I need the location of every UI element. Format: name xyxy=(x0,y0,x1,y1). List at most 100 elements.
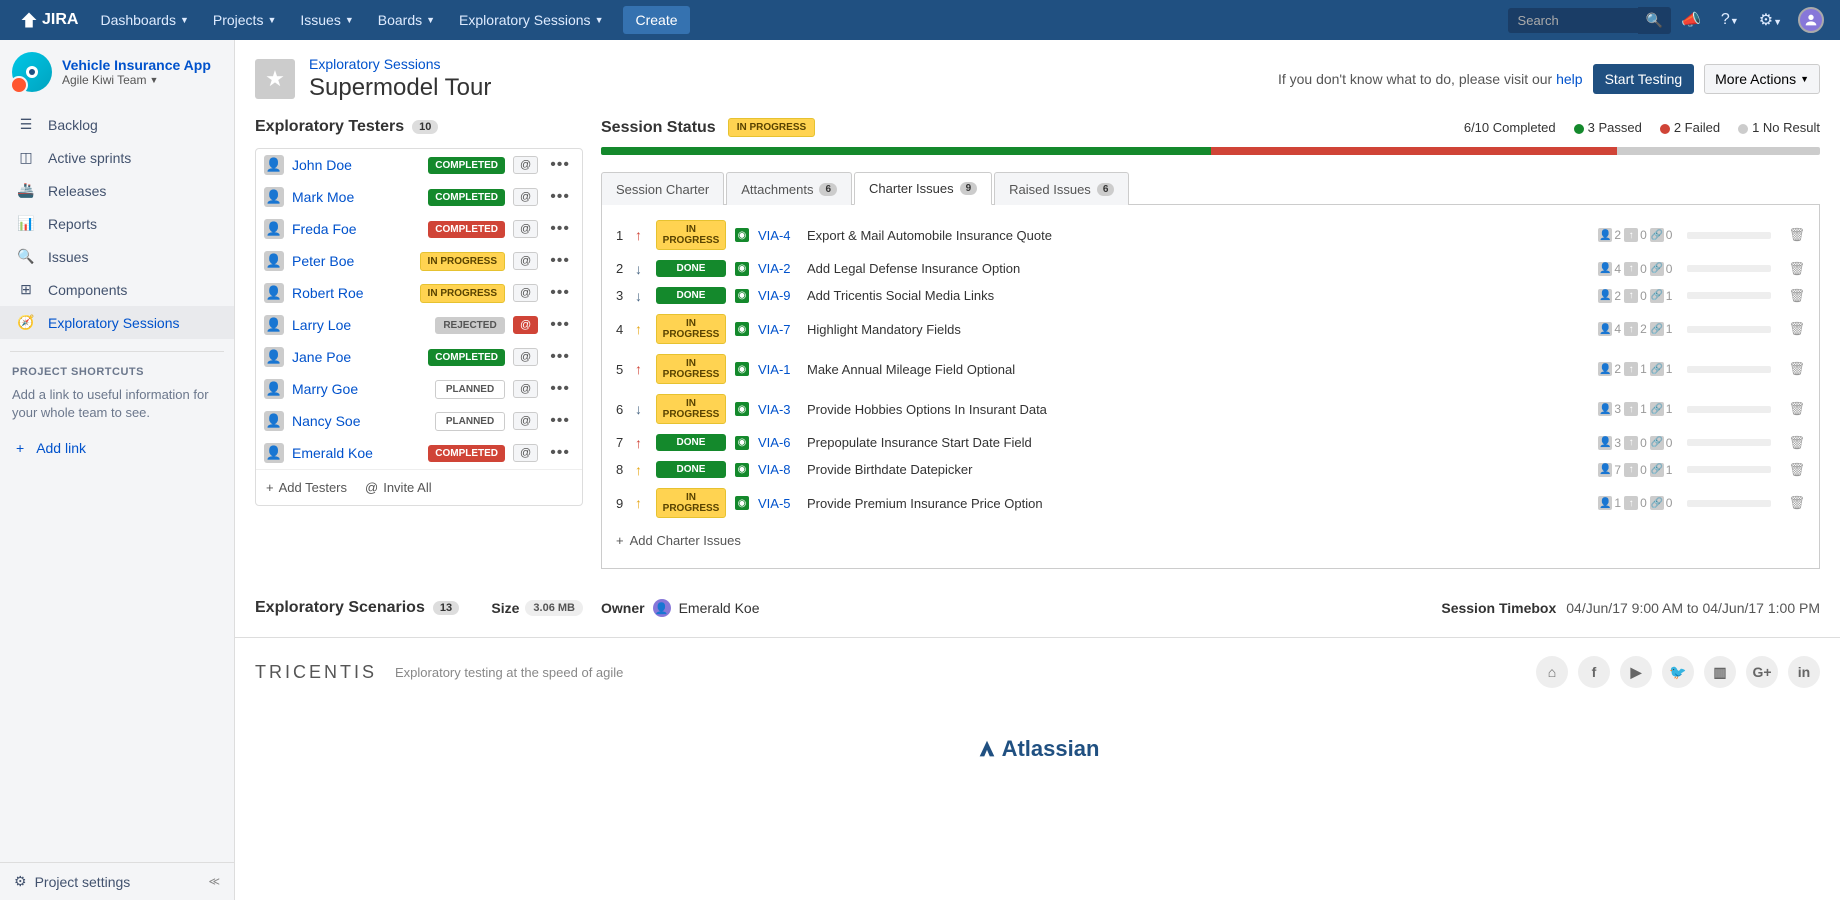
more-icon[interactable]: ••• xyxy=(546,348,574,366)
issue-key[interactable]: VIA-3 xyxy=(758,402,798,417)
issue-summary[interactable]: Prepopulate Insurance Start Date Field xyxy=(807,435,1589,450)
youtube-icon[interactable]: ▶ xyxy=(1620,656,1652,688)
slideshare-icon[interactable]: ▥ xyxy=(1704,656,1736,688)
tester-name[interactable]: Jane Poe xyxy=(292,349,420,365)
help-link[interactable]: help xyxy=(1556,71,1582,87)
delete-icon[interactable]: 🗑 xyxy=(1788,462,1805,478)
mail-button[interactable]: @ xyxy=(513,380,538,398)
user-avatar[interactable] xyxy=(1798,7,1824,33)
google-plus-icon[interactable]: G+ xyxy=(1746,656,1778,688)
sidebar-item-backlog[interactable]: ☰Backlog xyxy=(0,108,234,141)
sidebar-item-components[interactable]: ⊞Components xyxy=(0,273,234,306)
tester-name[interactable]: Larry Loe xyxy=(292,317,427,333)
invite-all-button[interactable]: @Invite All xyxy=(365,480,432,495)
more-icon[interactable]: ••• xyxy=(546,380,574,398)
tester-name[interactable]: Freda Foe xyxy=(292,221,420,237)
delete-icon[interactable]: 🗑 xyxy=(1788,401,1805,417)
more-icon[interactable]: ••• xyxy=(546,316,574,334)
sidebar-item-issues[interactable]: 🔍Issues xyxy=(0,240,234,273)
project-header[interactable]: Vehicle Insurance App Agile Kiwi Team▼ xyxy=(0,40,234,104)
tab-attachments[interactable]: Attachments6 xyxy=(726,172,852,205)
more-actions-button[interactable]: More Actions▼ xyxy=(1704,64,1820,94)
delete-icon[interactable]: 🗑 xyxy=(1788,361,1805,377)
issue-summary[interactable]: Add Legal Defense Insurance Option xyxy=(807,261,1589,276)
add-charter-issues-button[interactable]: +Add Charter Issues xyxy=(602,523,1819,558)
delete-icon[interactable]: 🗑 xyxy=(1788,435,1805,451)
tab-raised-issues[interactable]: Raised Issues6 xyxy=(994,172,1129,205)
issue-key[interactable]: VIA-6 xyxy=(758,435,798,450)
nav-issues[interactable]: Issues▼ xyxy=(288,0,365,40)
issue-key[interactable]: VIA-2 xyxy=(758,261,798,276)
home-icon[interactable]: ⌂ xyxy=(1536,656,1568,688)
sidebar-item-active-sprints[interactable]: ◫Active sprints xyxy=(0,141,234,174)
sidebar-item-releases[interactable]: 🚢Releases xyxy=(0,174,234,207)
sidebar-item-exploratory-sessions[interactable]: 🧭Exploratory Sessions xyxy=(0,306,234,339)
issue-summary[interactable]: Provide Premium Insurance Price Option xyxy=(807,496,1589,511)
collapse-sidebar-icon[interactable]: ≪ xyxy=(208,875,220,888)
add-link-button[interactable]: +Add link xyxy=(0,432,234,464)
tester-name[interactable]: Peter Boe xyxy=(292,253,412,269)
sidebar-item-reports[interactable]: 📊Reports xyxy=(0,207,234,240)
tester-name[interactable]: Marry Goe xyxy=(292,381,427,397)
issue-summary[interactable]: Add Tricentis Social Media Links xyxy=(807,288,1589,303)
delete-icon[interactable]: 🗑 xyxy=(1788,261,1805,277)
more-icon[interactable]: ••• xyxy=(546,220,574,238)
jira-logo[interactable]: JIRA xyxy=(10,11,88,29)
issue-summary[interactable]: Export & Mail Automobile Insurance Quote xyxy=(807,228,1589,243)
search-icon[interactable]: 🔍 xyxy=(1638,7,1671,34)
tester-name[interactable]: John Doe xyxy=(292,157,420,173)
delete-icon[interactable]: 🗑 xyxy=(1788,495,1805,511)
mail-button[interactable]: @ xyxy=(513,412,538,430)
mail-button[interactable]: @ xyxy=(513,348,538,366)
more-icon[interactable]: ••• xyxy=(546,284,574,302)
issue-summary[interactable]: Provide Birthdate Datepicker xyxy=(807,462,1589,477)
issue-summary[interactable]: Highlight Mandatory Fields xyxy=(807,322,1589,337)
tester-name[interactable]: Nancy Soe xyxy=(292,413,427,429)
more-icon[interactable]: ••• xyxy=(546,252,574,270)
more-icon[interactable]: ••• xyxy=(546,444,574,462)
issue-summary[interactable]: Make Annual Mileage Field Optional xyxy=(807,362,1589,377)
tester-name[interactable]: Emerald Koe xyxy=(292,445,420,461)
issue-key[interactable]: VIA-7 xyxy=(758,322,798,337)
issue-key[interactable]: VIA-4 xyxy=(758,228,798,243)
issue-summary[interactable]: Provide Hobbies Options In Insurant Data xyxy=(807,402,1589,417)
delete-icon[interactable]: 🗑 xyxy=(1788,288,1805,304)
issue-key[interactable]: VIA-9 xyxy=(758,288,798,303)
mail-button[interactable]: @ xyxy=(513,444,538,462)
facebook-icon[interactable]: f xyxy=(1578,656,1610,688)
breadcrumb[interactable]: Exploratory Sessions xyxy=(309,56,491,72)
more-icon[interactable]: ••• xyxy=(546,156,574,174)
nav-dashboards[interactable]: Dashboards▼ xyxy=(88,0,200,40)
delete-icon[interactable]: 🗑 xyxy=(1788,321,1805,337)
tester-name[interactable]: Robert Roe xyxy=(292,285,412,301)
tab-charter-issues[interactable]: Charter Issues9 xyxy=(854,172,992,205)
nav-boards[interactable]: Boards▼ xyxy=(366,0,447,40)
settings-icon[interactable]: ⚙▼ xyxy=(1749,10,1792,30)
mail-button[interactable]: @ xyxy=(513,220,538,238)
mail-button[interactable]: @ xyxy=(513,156,538,174)
mail-button[interactable]: @ xyxy=(513,316,538,334)
add-testers-button[interactable]: +Add Testers xyxy=(266,480,347,495)
search-input[interactable] xyxy=(1508,8,1638,33)
issue-key[interactable]: VIA-5 xyxy=(758,496,798,511)
project-settings-link[interactable]: Project settings xyxy=(35,874,131,890)
project-team[interactable]: Agile Kiwi Team▼ xyxy=(62,73,211,87)
star-icon[interactable]: ★ xyxy=(255,59,295,99)
help-icon[interactable]: ?▼ xyxy=(1711,11,1749,29)
tab-session-charter[interactable]: Session Charter xyxy=(601,172,724,205)
nav-projects[interactable]: Projects▼ xyxy=(201,0,289,40)
mail-button[interactable]: @ xyxy=(513,284,538,302)
delete-icon[interactable]: 🗑 xyxy=(1788,227,1805,243)
issue-key[interactable]: VIA-8 xyxy=(758,462,798,477)
mail-button[interactable]: @ xyxy=(513,188,538,206)
atlassian-logo[interactable]: Atlassian xyxy=(976,736,1100,762)
linkedin-icon[interactable]: in xyxy=(1788,656,1820,688)
more-icon[interactable]: ••• xyxy=(546,412,574,430)
nav-exploratory-sessions[interactable]: Exploratory Sessions▼ xyxy=(447,0,615,40)
tester-name[interactable]: Mark Moe xyxy=(292,189,420,205)
start-testing-button[interactable]: Start Testing xyxy=(1593,64,1695,94)
more-icon[interactable]: ••• xyxy=(546,188,574,206)
feedback-icon[interactable]: 📣 xyxy=(1671,10,1711,30)
create-button[interactable]: Create xyxy=(623,6,689,34)
twitter-icon[interactable]: 🐦 xyxy=(1662,656,1694,688)
